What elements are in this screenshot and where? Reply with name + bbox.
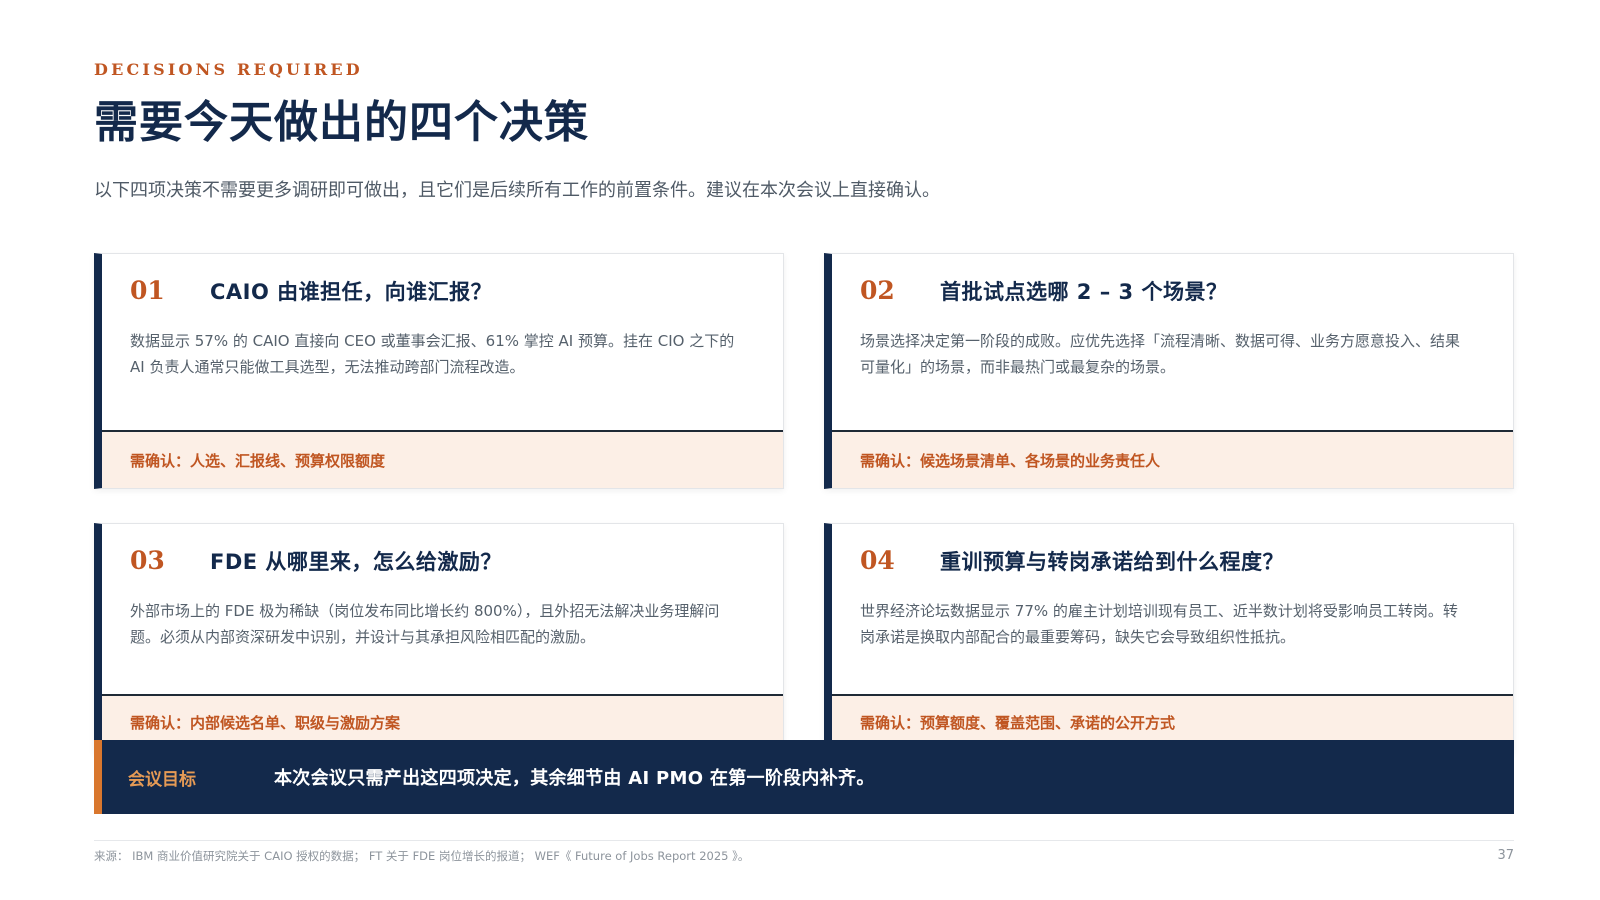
- decision-card-04: 04 重训预算与转岗承诺给到什么程度？ 世界经济论坛数据显示 77% 的雇主计划…: [824, 523, 1514, 753]
- card-body: 外部市场上的 FDE 极为稀缺（岗位发布同比增长约 800%），且外招无法解决业…: [130, 602, 720, 646]
- card-header: 04 重训预算与转岗承诺给到什么程度？: [860, 546, 1284, 586]
- page-subtitle: 以下四项决策不需要更多调研即可做出，且它们是后续所有工作的前置条件。建议在本次会…: [94, 180, 940, 201]
- meeting-goal-label: 会议目标: [128, 769, 196, 790]
- card-body: 场景选择决定第一阶段的成败。应优先选择「流程清晰、数据可得、业务方愿意投入、结果…: [860, 332, 1461, 376]
- decision-card-02: 02 首批试点选哪 2 – 3 个场景？ 场景选择决定第一阶段的成败。应优先选择…: [824, 253, 1514, 489]
- card-confirm-strip: 需确认：候选场景清单、各场景的业务责任人: [832, 430, 1513, 488]
- page-number: 37: [1497, 848, 1514, 863]
- card-number: 02: [860, 276, 895, 305]
- card-number: 03: [130, 546, 165, 575]
- card-confirm-strip: 需确认：人选、汇报线、预算权限额度: [102, 430, 783, 488]
- card-body: 数据显示 57% 的 CAIO 直接向 CEO 或董事会汇报、61% 掌控 AI…: [130, 332, 735, 376]
- card-title: 首批试点选哪 2 – 3 个场景？: [940, 280, 1228, 304]
- card-title: 重训预算与转岗承诺给到什么程度？: [940, 550, 1284, 574]
- card-title: FDE 从哪里来，怎么给激励？: [210, 550, 502, 574]
- card-header: 01 CAIO 由谁担任，向谁汇报？: [130, 276, 492, 316]
- decision-card-03: 03 FDE 从哪里来，怎么给激励？ 外部市场上的 FDE 极为稀缺（岗位发布同…: [94, 523, 784, 753]
- decision-card-01: 01 CAIO 由谁担任，向谁汇报？ 数据显示 57% 的 CAIO 直接向 C…: [94, 253, 784, 489]
- card-header: 02 首批试点选哪 2 – 3 个场景？: [860, 276, 1227, 316]
- meeting-goal-bar: 会议目标 本次会议只需产出这四项决定，其余细节由 AI PMO 在第一阶段内补齐…: [94, 740, 1514, 814]
- source-footnote: 来源： IBM 商业价值研究院关于 CAIO 授权的数据； FT 关于 FDE …: [94, 849, 750, 863]
- footer-divider: [94, 840, 1514, 841]
- page-title: 需要今天做出的四个决策: [94, 97, 589, 148]
- card-body: 世界经济论坛数据显示 77% 的雇主计划培训现有员工、近半数计划将受影响员工转岗…: [860, 602, 1458, 646]
- card-title: CAIO 由谁担任，向谁汇报？: [210, 280, 493, 304]
- card-number: 01: [130, 276, 165, 305]
- section-eyebrow: DECISIONS REQUIRED: [94, 60, 363, 79]
- card-header: 03 FDE 从哪里来，怎么给激励？: [130, 546, 502, 586]
- meeting-goal-text: 本次会议只需产出这四项决定，其余细节由 AI PMO 在第一阶段内补齐。: [274, 768, 875, 789]
- card-number: 04: [860, 546, 895, 575]
